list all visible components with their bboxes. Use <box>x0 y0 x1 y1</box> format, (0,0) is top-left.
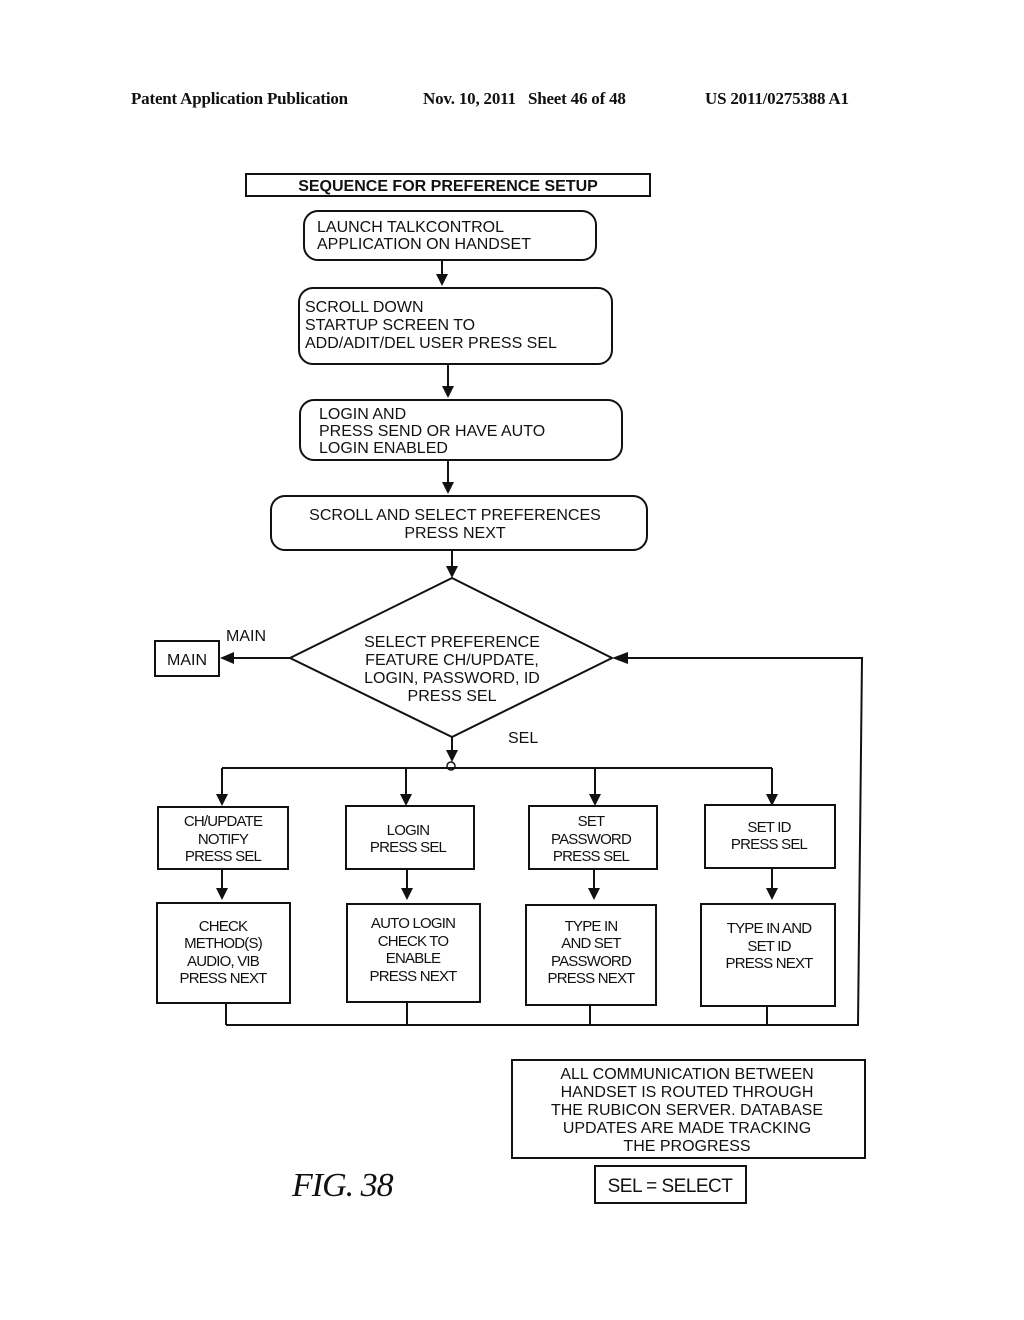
arrow-down-icon <box>442 386 454 398</box>
note-box: ALL COMMUNICATION BETWEEN HANDSET IS ROU… <box>511 1059 866 1159</box>
step-text-line: PRESS SEND OR HAVE AUTO <box>319 423 545 440</box>
branch-password-action: TYPE IN AND SET PASSWORD PRESS NEXT <box>525 904 657 1006</box>
main-box: MAIN <box>154 640 220 677</box>
arrow-down-icon <box>446 566 458 578</box>
branch-password-select: SET PASSWORD PRESS SEL <box>528 805 658 870</box>
step-launch-app: LAUNCH TALKCONTROL APPLICATION ON HANDSE… <box>303 210 597 261</box>
step-text-line: SCROLL DOWN <box>305 299 424 316</box>
arrow-left-icon <box>220 652 234 664</box>
branch-login-action: AUTO LOGIN CHECK TO ENABLE PRESS NEXT <box>346 903 481 1003</box>
step-scroll-startup: SCROLL DOWN STARTUP SCREEN TO ADD/ADIT/D… <box>298 287 613 365</box>
main-branch-label: MAIN <box>226 628 266 645</box>
arrow-down-icon <box>401 888 413 900</box>
branch-text-line: PRESS NEXT <box>725 955 813 972</box>
step-text-line: STARTUP SCREEN TO <box>305 317 475 334</box>
step-text-line: LOGIN AND <box>319 406 406 423</box>
branch-set-id-action: TYPE IN AND SET ID PRESS NEXT <box>700 903 836 1007</box>
note-text-line: HANDSET IS ROUTED THROUGH <box>561 1084 814 1101</box>
branch-text-line: LOGIN <box>387 822 430 839</box>
branch-text-line: CH/UPDATE <box>184 813 263 830</box>
figure-label: FIG. 38 <box>291 1167 394 1204</box>
branch-text-line: PASSWORD <box>551 953 632 970</box>
branch-text-line: ENABLE <box>386 950 441 967</box>
branch-ch-update-select: CH/UPDATE NOTIFY PRESS SEL <box>157 806 289 870</box>
step-text-line: LAUNCH TALKCONTROL <box>317 219 504 236</box>
branch-text-line: PASSWORD <box>551 831 632 848</box>
branch-text-line: PRESS NEXT <box>369 968 457 985</box>
branch-text-line: PRESS SEL <box>185 848 262 865</box>
arrow-down-icon <box>442 482 454 494</box>
diagram-title-box: SEQUENCE FOR PREFERENCE SETUP <box>245 173 651 197</box>
branch-text-line: CHECK TO <box>378 933 449 950</box>
legend-box: SEL = SELECT <box>594 1165 747 1204</box>
arrow-down-icon <box>588 888 600 900</box>
branch-text-line: AUDIO, VIB <box>187 953 260 970</box>
step-text-line: PRESS NEXT <box>404 525 506 542</box>
branch-ch-update-action: CHECK METHOD(S) AUDIO, VIB PRESS NEXT <box>156 902 291 1004</box>
branch-text-line: PRESS NEXT <box>547 970 635 987</box>
decision-text-line: PRESS SEL <box>408 688 497 705</box>
note-text-line: THE PROGRESS <box>623 1138 750 1155</box>
note-text-line: THE RUBICON SERVER. DATABASE <box>551 1102 823 1119</box>
decision-text-line: SELECT PREFERENCE <box>364 634 540 651</box>
step-text-line: SCROLL AND SELECT PREFERENCES <box>309 507 601 524</box>
note-text-line: ALL COMMUNICATION BETWEEN <box>560 1066 813 1083</box>
branch-text-line: PRESS NEXT <box>179 970 267 987</box>
arrow-down-icon <box>589 794 601 806</box>
step-login: LOGIN AND PRESS SEND OR HAVE AUTO LOGIN … <box>299 399 623 461</box>
decision-text-line: FEATURE CH/UPDATE, <box>365 652 539 669</box>
step-text-line: ADD/ADIT/DEL USER PRESS SEL <box>305 335 557 352</box>
branch-text-line: TYPE IN <box>565 918 618 935</box>
branch-text-line: PRESS SEL <box>553 848 630 865</box>
branch-text-line: SET ID <box>747 938 791 955</box>
diagram-title: SEQUENCE FOR PREFERENCE SETUP <box>298 178 598 195</box>
branch-text-line: CHECK <box>199 918 248 935</box>
step-text-line: LOGIN ENABLED <box>319 440 448 457</box>
flowchart: SEQUENCE FOR PREFERENCE SETUP LAUNCH TAL… <box>154 173 866 1204</box>
branch-text-line: AUTO LOGIN <box>371 915 455 932</box>
arrow-left-icon <box>612 652 628 664</box>
arrow-down-icon <box>216 888 228 900</box>
step-text-line: APPLICATION ON HANDSET <box>317 236 531 253</box>
sel-branch-label: SEL <box>508 730 538 747</box>
step-select-preferences: SCROLL AND SELECT PREFERENCES PRESS NEXT <box>270 495 648 551</box>
legend-text: SEL = SELECT <box>608 1176 734 1197</box>
note-text-line: UPDATES ARE MADE TRACKING <box>563 1120 811 1137</box>
branch-text-line: NOTIFY <box>198 831 249 848</box>
branch-text-line: METHOD(S) <box>184 935 263 952</box>
arrow-down-icon <box>446 750 458 762</box>
arrow-down-icon <box>436 274 448 286</box>
arrow-down-icon <box>400 794 412 806</box>
branch-text-line: TYPE IN AND <box>727 920 813 937</box>
arrow-down-icon <box>216 794 228 806</box>
branch-text-line: SET ID <box>747 819 791 836</box>
branch-login-select: LOGIN PRESS SEL <box>345 805 475 870</box>
branch-text-line: PRESS SEL <box>731 836 808 853</box>
branch-text-line: AND SET <box>561 935 621 952</box>
decision-text-line: LOGIN, PASSWORD, ID <box>364 670 540 687</box>
branch-text-line: SET <box>578 813 605 830</box>
branch-text-line: PRESS SEL <box>370 839 447 856</box>
branch-set-id-select: SET ID PRESS SEL <box>704 804 836 869</box>
decision-select-preference: SELECT PREFERENCE FEATURE CH/UPDATE, LOG… <box>287 576 615 739</box>
main-box-label: MAIN <box>167 652 207 669</box>
arrow-down-icon <box>766 888 778 900</box>
